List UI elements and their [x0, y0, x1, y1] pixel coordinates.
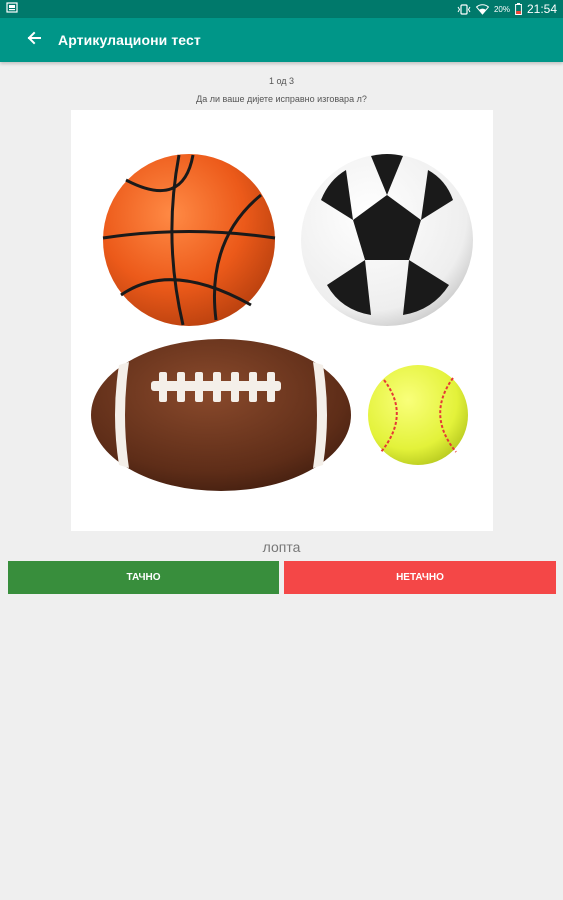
status-right: 20% 21:54 [457, 2, 557, 16]
test-image [71, 110, 493, 531]
incorrect-button[interactable]: НЕТАЧНО [284, 561, 556, 594]
back-button[interactable] [16, 18, 52, 62]
status-time: 21:54 [526, 2, 557, 16]
status-left [6, 2, 18, 16]
softball-icon [368, 365, 468, 465]
battery-percent: 20% [493, 4, 510, 14]
screenshot-icon [6, 2, 18, 16]
american-football-icon [91, 339, 351, 491]
target-word: лопта [262, 539, 301, 555]
page-title: Артикулациони тест [58, 32, 201, 48]
progress-counter: 1 од 3 [268, 76, 295, 86]
correct-button[interactable]: ТАЧНО [8, 561, 279, 594]
soccer-ball-icon [301, 154, 473, 326]
arrow-left-icon [26, 30, 42, 51]
wifi-icon [475, 3, 489, 15]
app-bar: Артикулациони тест [0, 18, 563, 62]
battery-icon [515, 3, 522, 15]
basketball-icon [102, 154, 276, 326]
vibrate-icon [457, 3, 471, 15]
status-bar: 20% 21:54 [0, 0, 563, 18]
question-text: Да ли ваше дијете исправно изговара л? [196, 94, 367, 104]
